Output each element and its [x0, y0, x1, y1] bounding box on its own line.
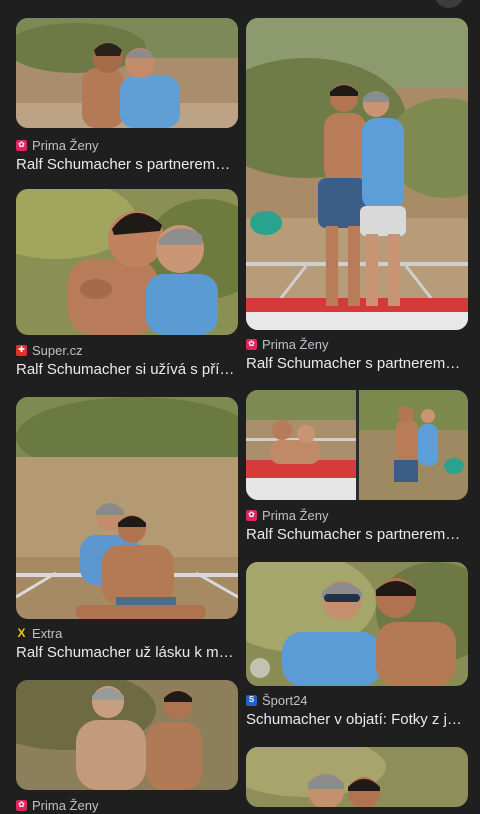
result-thumbnail[interactable]	[16, 18, 238, 128]
extra-icon: X	[17, 626, 26, 640]
prima-zeny-icon: ✿	[16, 139, 27, 151]
prima-zeny-icon: ✿	[16, 799, 27, 811]
account-avatar[interactable]	[434, 0, 464, 8]
result-source[interactable]: X Extra	[16, 624, 62, 642]
result-photo	[246, 747, 468, 807]
result-source[interactable]: ✿ Prima Ženy	[246, 506, 328, 524]
result-thumbnail[interactable]	[246, 562, 468, 686]
result-photo	[16, 189, 238, 335]
result-thumbnail[interactable]	[246, 747, 468, 807]
result-source-name: Prima Ženy	[262, 336, 329, 352]
result-thumbnail[interactable]	[246, 18, 468, 330]
result-title[interactable]: Ralf Schumacher si užívá s pří…	[16, 361, 238, 378]
result-thumbnail[interactable]	[16, 397, 238, 619]
result-source-name: Super.cz	[32, 342, 83, 358]
result-title[interactable]: Ralf Schumacher s partnerem…	[246, 355, 468, 372]
super-cz-icon: ✚	[16, 344, 27, 356]
result-source[interactable]: ✿ Prima Ženy	[16, 136, 98, 154]
result-title[interactable]: Ralf Schumacher s partnerem…	[246, 526, 468, 543]
result-source-name: Prima Ženy	[32, 137, 99, 153]
result-source[interactable]: ✚ Super.cz	[16, 341, 83, 359]
result-source[interactable]: S Šport24	[246, 691, 308, 709]
prima-zeny-icon: ✿	[246, 509, 257, 521]
result-thumbnail[interactable]	[16, 680, 238, 790]
result-title[interactable]: Schumacher v objatí: Fotky z j…	[246, 711, 468, 728]
result-source-name: Extra	[32, 625, 63, 641]
result-title[interactable]: Ralf Schumacher už lásku k m…	[16, 644, 238, 661]
result-source-name: Prima Ženy	[262, 507, 329, 523]
result-photo	[246, 390, 468, 500]
result-photo	[16, 397, 238, 619]
result-source[interactable]: ✿ Prima Ženy	[16, 796, 98, 814]
result-source[interactable]: ✿ Prima Ženy	[246, 335, 328, 353]
result-thumbnail[interactable]	[16, 189, 238, 335]
result-photo	[16, 680, 238, 790]
result-photo	[246, 18, 468, 330]
sport24-icon: S	[246, 694, 257, 706]
result-thumbnail[interactable]	[246, 390, 468, 500]
result-source-name: Šport24	[262, 692, 308, 708]
result-title[interactable]: Ralf Schumacher s partnerem…	[16, 156, 238, 173]
prima-zeny-icon: ✿	[246, 338, 257, 350]
result-photo	[246, 562, 468, 686]
result-photo	[16, 18, 238, 128]
